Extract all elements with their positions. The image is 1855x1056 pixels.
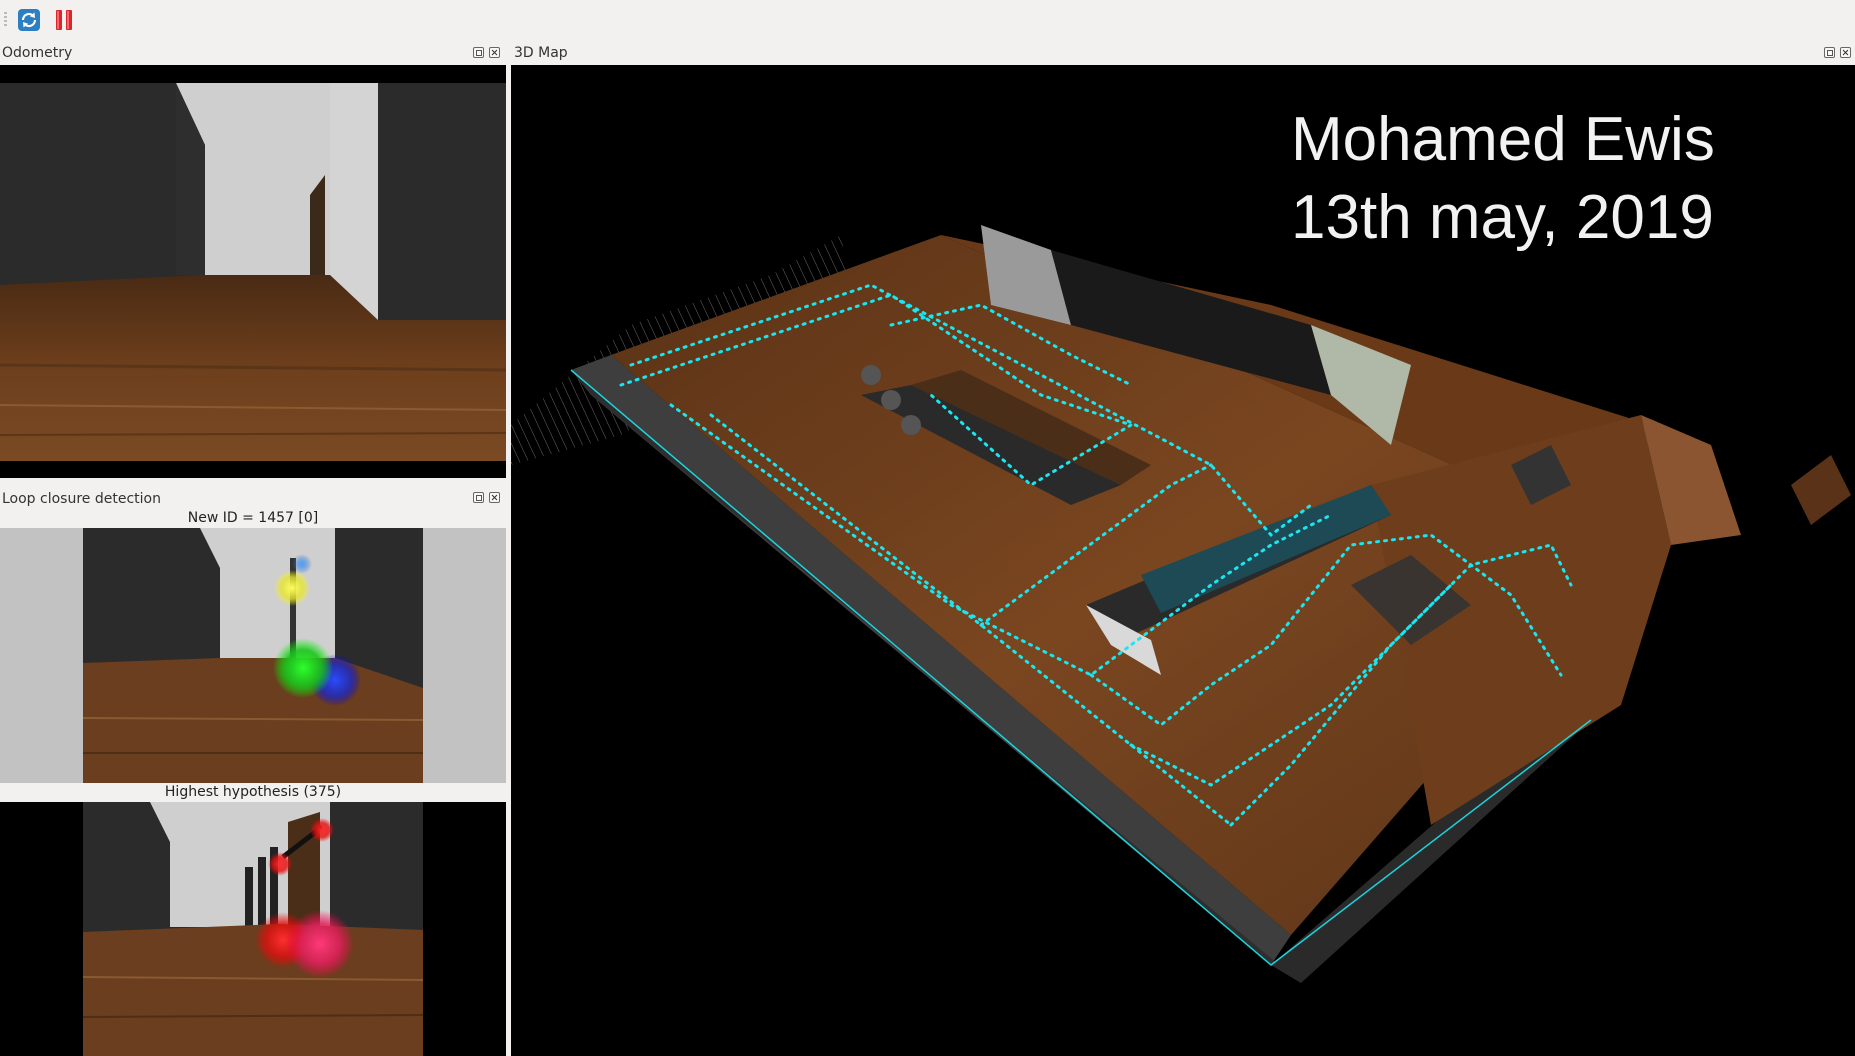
map3d-close-button[interactable] — [1840, 47, 1851, 58]
odometry-camera-image — [0, 65, 506, 478]
pause-button[interactable] — [52, 8, 76, 32]
hypothesis-image-view — [0, 802, 506, 1056]
odometry-dock-title: Odometry — [2, 45, 73, 61]
loop-closure-dock-buttons — [473, 492, 500, 504]
hypothesis-image — [0, 802, 506, 1056]
map3d-dock-buttons — [1824, 47, 1851, 59]
hypothesis-label: Highest hypothesis (375) — [164, 784, 342, 800]
odometry-float-button[interactable] — [473, 47, 484, 58]
refresh-icon — [18, 9, 40, 31]
map-overlay-date: 13th may, 2019 — [1291, 183, 1714, 252]
pause-icon — [56, 10, 72, 30]
toolbar-grip[interactable] — [4, 12, 7, 26]
new-image-view — [0, 528, 506, 783]
loop-closure-close-button[interactable] — [489, 492, 500, 503]
odometry-close-button[interactable] — [489, 47, 500, 58]
odometry-dock-buttons — [473, 47, 500, 59]
map3d-view[interactable]: Mohamed Ewis 13th may, 2019 — [511, 65, 1855, 1056]
map3d-float-button[interactable] — [1824, 47, 1835, 58]
map3d-dock-title: 3D Map — [514, 45, 568, 61]
refresh-button[interactable] — [17, 8, 41, 32]
loop-closure-float-button[interactable] — [473, 492, 484, 503]
loop-closure-dock-title: Loop closure detection — [2, 491, 161, 507]
new-id-label: New ID = 1457 [0] — [187, 510, 319, 526]
map-overlay-name: Mohamed Ewis — [1291, 105, 1715, 174]
odometry-view — [0, 65, 506, 478]
main-toolbar — [0, 0, 1855, 40]
new-image — [0, 528, 506, 783]
